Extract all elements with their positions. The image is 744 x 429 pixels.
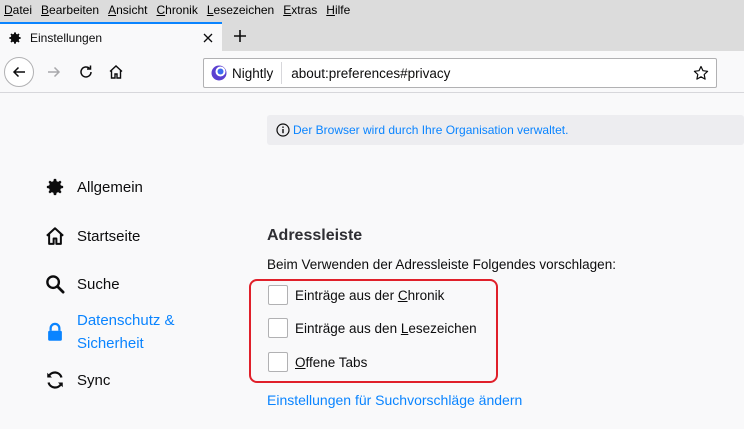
- menu-bar: Datei Bearbeiten Ansicht Chronik Lesezei…: [0, 0, 744, 20]
- sidebar-item-label: Startseite: [77, 228, 141, 245]
- policy-notice-text: Der Browser wird durch Ihre Organisation…: [293, 123, 569, 137]
- bookmark-star-icon[interactable]: [690, 62, 712, 84]
- search-suggestions-settings-link[interactable]: Einstellungen für Suchvorschläge ändern: [267, 392, 522, 408]
- checkbox-label: Einträge aus der Chronik: [295, 288, 444, 303]
- nightly-logo-icon: [211, 65, 227, 81]
- new-tab-button[interactable]: [228, 24, 252, 48]
- menu-hilfe[interactable]: Hilfe: [326, 3, 350, 17]
- menu-datei-accel: D: [4, 3, 13, 17]
- checkbox-chronik[interactable]: Einträge aus der Chronik: [268, 285, 444, 305]
- reload-button[interactable]: [72, 58, 100, 86]
- url-text[interactable]: about:preferences#privacy: [282, 66, 690, 81]
- home-icon: [44, 225, 66, 247]
- menu-lesezeichen[interactable]: Lesezeichen: [207, 3, 274, 17]
- reload-icon: [80, 65, 92, 78]
- home-button[interactable]: [102, 58, 130, 86]
- checkbox-label-pre: Einträge aus den: [295, 320, 401, 336]
- tab-strip: Einstellungen: [0, 20, 744, 51]
- checkbox-label: Einträge aus den Lesezeichen: [295, 321, 477, 336]
- sync-icon: [44, 369, 66, 391]
- checkbox[interactable]: [268, 285, 288, 305]
- menu-lesezeichen-label: esezeichen: [213, 3, 275, 17]
- sidebar-item-label: Sync: [77, 372, 111, 389]
- checkbox[interactable]: [268, 318, 288, 338]
- menu-chronik-label: hronik: [165, 3, 198, 17]
- tab-title: Einstellungen: [30, 30, 103, 45]
- arrow-right-icon: [48, 66, 61, 78]
- forward-button[interactable]: [40, 58, 68, 86]
- menu-datei[interactable]: Datei: [4, 3, 32, 17]
- close-icon[interactable]: [198, 28, 218, 48]
- sidebar-item-startseite[interactable]: Startseite: [44, 225, 140, 248]
- plus-icon: [234, 30, 246, 42]
- policy-notice[interactable]: Der Browser wird durch Ihre Organisation…: [267, 115, 744, 145]
- menu-extras[interactable]: Extras: [283, 3, 317, 17]
- gear-icon: [7, 30, 23, 46]
- tab-einstellungen[interactable]: Einstellungen: [0, 22, 222, 51]
- checkbox-label-pre: Einträge aus der: [295, 287, 398, 303]
- menu-extras-label: xtras: [291, 3, 318, 17]
- checkbox-label-post: hronik: [407, 287, 445, 303]
- home-icon: [109, 65, 123, 79]
- checkbox-label: Offene Tabs: [295, 355, 367, 370]
- sidebar-item-label-line1: Datenschutz &: [77, 312, 175, 329]
- checkbox-label-accel: O: [295, 354, 306, 370]
- checkbox-label-post: ffene Tabs: [305, 354, 368, 370]
- sidebar-item-sync[interactable]: Sync: [44, 369, 110, 392]
- checkbox-label-accel: C: [397, 287, 408, 303]
- url-bar[interactable]: Nightly about:preferences#privacy: [203, 58, 717, 88]
- identity-label: Nightly: [232, 65, 274, 81]
- menu-datei-label: atei: [12, 3, 33, 17]
- menu-bearbeiten-label: earbeiten: [49, 3, 100, 17]
- section-description: Beim Verwenden der Adressleiste Folgende…: [267, 257, 616, 272]
- section-title: Adressleiste: [267, 227, 363, 244]
- sidebar-item-label: Suche: [77, 276, 120, 293]
- menu-hilfe-label: ilfe: [334, 3, 351, 17]
- menu-hilfe-accel: H: [326, 3, 335, 17]
- identity-box[interactable]: Nightly: [204, 62, 283, 84]
- sidebar-item-label: Allgemein: [77, 179, 143, 196]
- sidebar-item-allgemein[interactable]: Allgemein: [44, 176, 143, 199]
- menu-chronik-accel: C: [156, 3, 166, 17]
- info-icon: [276, 123, 290, 137]
- menu-bearbeiten-accel: B: [41, 3, 50, 17]
- sidebar-item-datenschutz[interactable]: Datenschutz & Sicherheit: [44, 309, 175, 355]
- menu-chronik[interactable]: Chronik: [156, 3, 197, 17]
- sidebar-item-suche[interactable]: Suche: [44, 273, 120, 296]
- menu-bearbeiten[interactable]: Bearbeiten: [41, 3, 99, 17]
- menu-ansicht-accel: A: [108, 3, 117, 17]
- checkbox-lesezeichen[interactable]: Einträge aus den Lesezeichen: [268, 318, 477, 338]
- checkbox-label-post: esezeichen: [408, 320, 477, 336]
- gear-icon: [44, 176, 66, 198]
- checkbox[interactable]: [268, 352, 288, 372]
- search-icon: [44, 273, 66, 295]
- menu-ansicht[interactable]: Ansicht: [108, 3, 147, 17]
- menu-ansicht-label: nsicht: [116, 3, 148, 17]
- back-button[interactable]: [4, 57, 34, 87]
- sidebar-item-label: Datenschutz & Sicherheit: [77, 309, 175, 355]
- lock-icon: [44, 321, 66, 343]
- checkbox-offene-tabs[interactable]: Offene Tabs: [268, 352, 367, 372]
- menu-lesezeichen-accel: L: [206, 3, 214, 17]
- sidebar-item-label-line2: Sicherheit: [77, 335, 144, 352]
- arrow-left-icon: [12, 66, 25, 78]
- navigation-toolbar: Nightly about:preferences#privacy: [0, 51, 744, 93]
